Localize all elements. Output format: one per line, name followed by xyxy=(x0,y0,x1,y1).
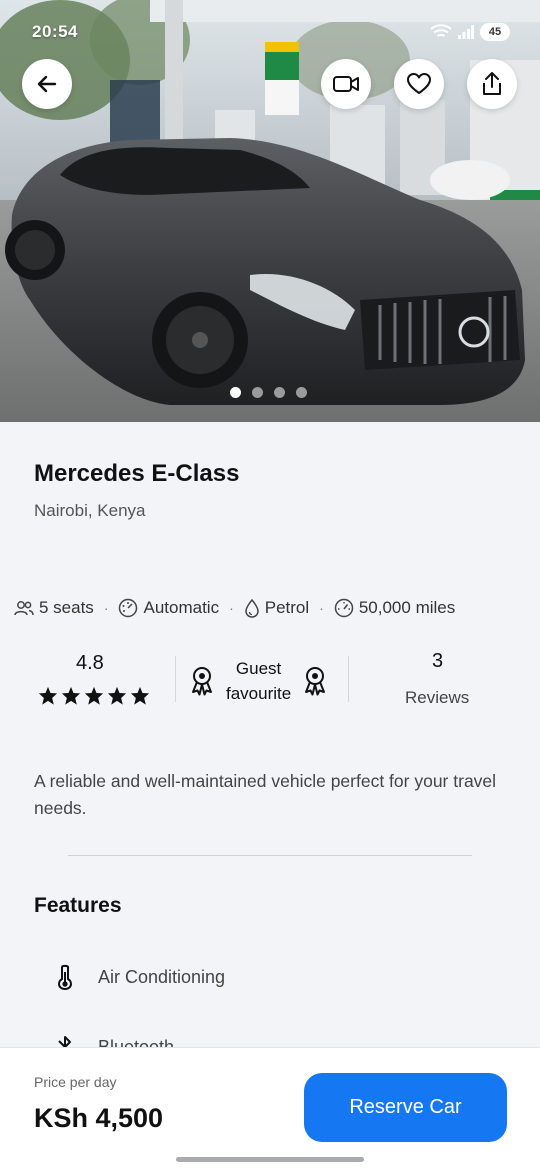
car-description: A reliable and well-maintained vehicle p… xyxy=(34,771,497,818)
separator-dot: · xyxy=(319,600,324,616)
favorite-button[interactable] xyxy=(394,59,444,109)
share-icon xyxy=(483,72,501,95)
price-value: KSh 4,500 xyxy=(34,1103,164,1133)
stats-divider xyxy=(175,656,176,702)
car-title: Mercedes E-Class xyxy=(34,460,240,487)
fuel-drop-icon xyxy=(244,598,259,618)
separator-dot: · xyxy=(103,600,109,616)
speedometer-icon xyxy=(334,598,354,618)
feature-label: Air Conditioning xyxy=(98,966,226,987)
stats-divider xyxy=(348,656,349,702)
video-button[interactable] xyxy=(321,59,371,109)
spec-seats: 5 seats xyxy=(14,598,94,618)
spec-fuel: Petrol xyxy=(244,598,309,618)
guest-favourite-badge: Guest favourite xyxy=(190,656,327,706)
heart-icon xyxy=(407,73,431,94)
people-icon xyxy=(14,601,34,616)
thermometer-icon xyxy=(57,964,73,990)
spec-label: Petrol xyxy=(264,598,310,617)
spec-label: 5 seats xyxy=(39,598,94,617)
reviews-link[interactable]: Reviews xyxy=(405,688,469,708)
car-location: Nairobi, Kenya xyxy=(34,501,146,520)
reserve-car-button[interactable]: Reserve Car xyxy=(304,1073,507,1142)
battery-indicator: 45 xyxy=(480,23,510,41)
video-camera-icon xyxy=(333,76,359,92)
star-icon xyxy=(130,686,150,705)
award-ribbon-icon xyxy=(192,667,212,696)
share-button[interactable] xyxy=(467,59,517,109)
status-time: 20:54 xyxy=(32,22,78,41)
wifi-icon xyxy=(430,24,452,37)
status-bar: 20:54 45 xyxy=(32,20,510,44)
star-rating xyxy=(38,686,150,705)
carousel-dot[interactable] xyxy=(296,387,307,398)
star-icon xyxy=(61,686,81,705)
award-ribbon-icon xyxy=(305,667,326,696)
star-icon xyxy=(107,686,127,705)
arrow-left-icon xyxy=(37,75,57,93)
guest-favourite-text: Guest favourite xyxy=(226,656,291,706)
rating-value: 4.8 xyxy=(76,652,104,674)
car-photo-carousel[interactable]: 20:54 45 xyxy=(0,0,540,422)
star-icon xyxy=(38,686,58,705)
signal-icon xyxy=(458,25,474,39)
home-indicator[interactable] xyxy=(176,1157,364,1162)
status-icons: 45 xyxy=(430,23,510,41)
booking-footer: Price per day KSh 4,500 Reserve Car xyxy=(0,1047,540,1170)
specs-row: 5 seats · Automatic · Petrol · 50,000 mi… xyxy=(14,598,534,618)
back-button[interactable] xyxy=(22,59,72,109)
carousel-dot[interactable] xyxy=(252,387,263,398)
price-label: Price per day xyxy=(34,1074,117,1090)
spec-transmission: Automatic xyxy=(118,598,219,618)
separator-dot: · xyxy=(229,600,234,616)
section-divider xyxy=(68,855,472,856)
carousel-dot[interactable] xyxy=(274,387,285,398)
gearbox-icon xyxy=(119,598,138,618)
spec-mileage: 50,000 miles xyxy=(334,598,455,618)
star-icon xyxy=(84,686,104,705)
reviews-count: 3 xyxy=(432,650,444,672)
guest-favourite-line1: Guest xyxy=(235,659,282,678)
feature-item: Air Conditioning xyxy=(56,964,225,990)
carousel-dot[interactable] xyxy=(230,387,241,398)
spec-label: Automatic xyxy=(143,598,220,617)
spec-label: 50,000 miles xyxy=(358,598,456,617)
features-heading: Features xyxy=(34,894,122,917)
guest-favourite-line2: favourite xyxy=(226,684,292,703)
stats-row: 4.8 Guest favourite 3 Reviews xyxy=(0,648,540,724)
carousel-indicator xyxy=(230,387,307,398)
car-photo xyxy=(0,0,540,422)
